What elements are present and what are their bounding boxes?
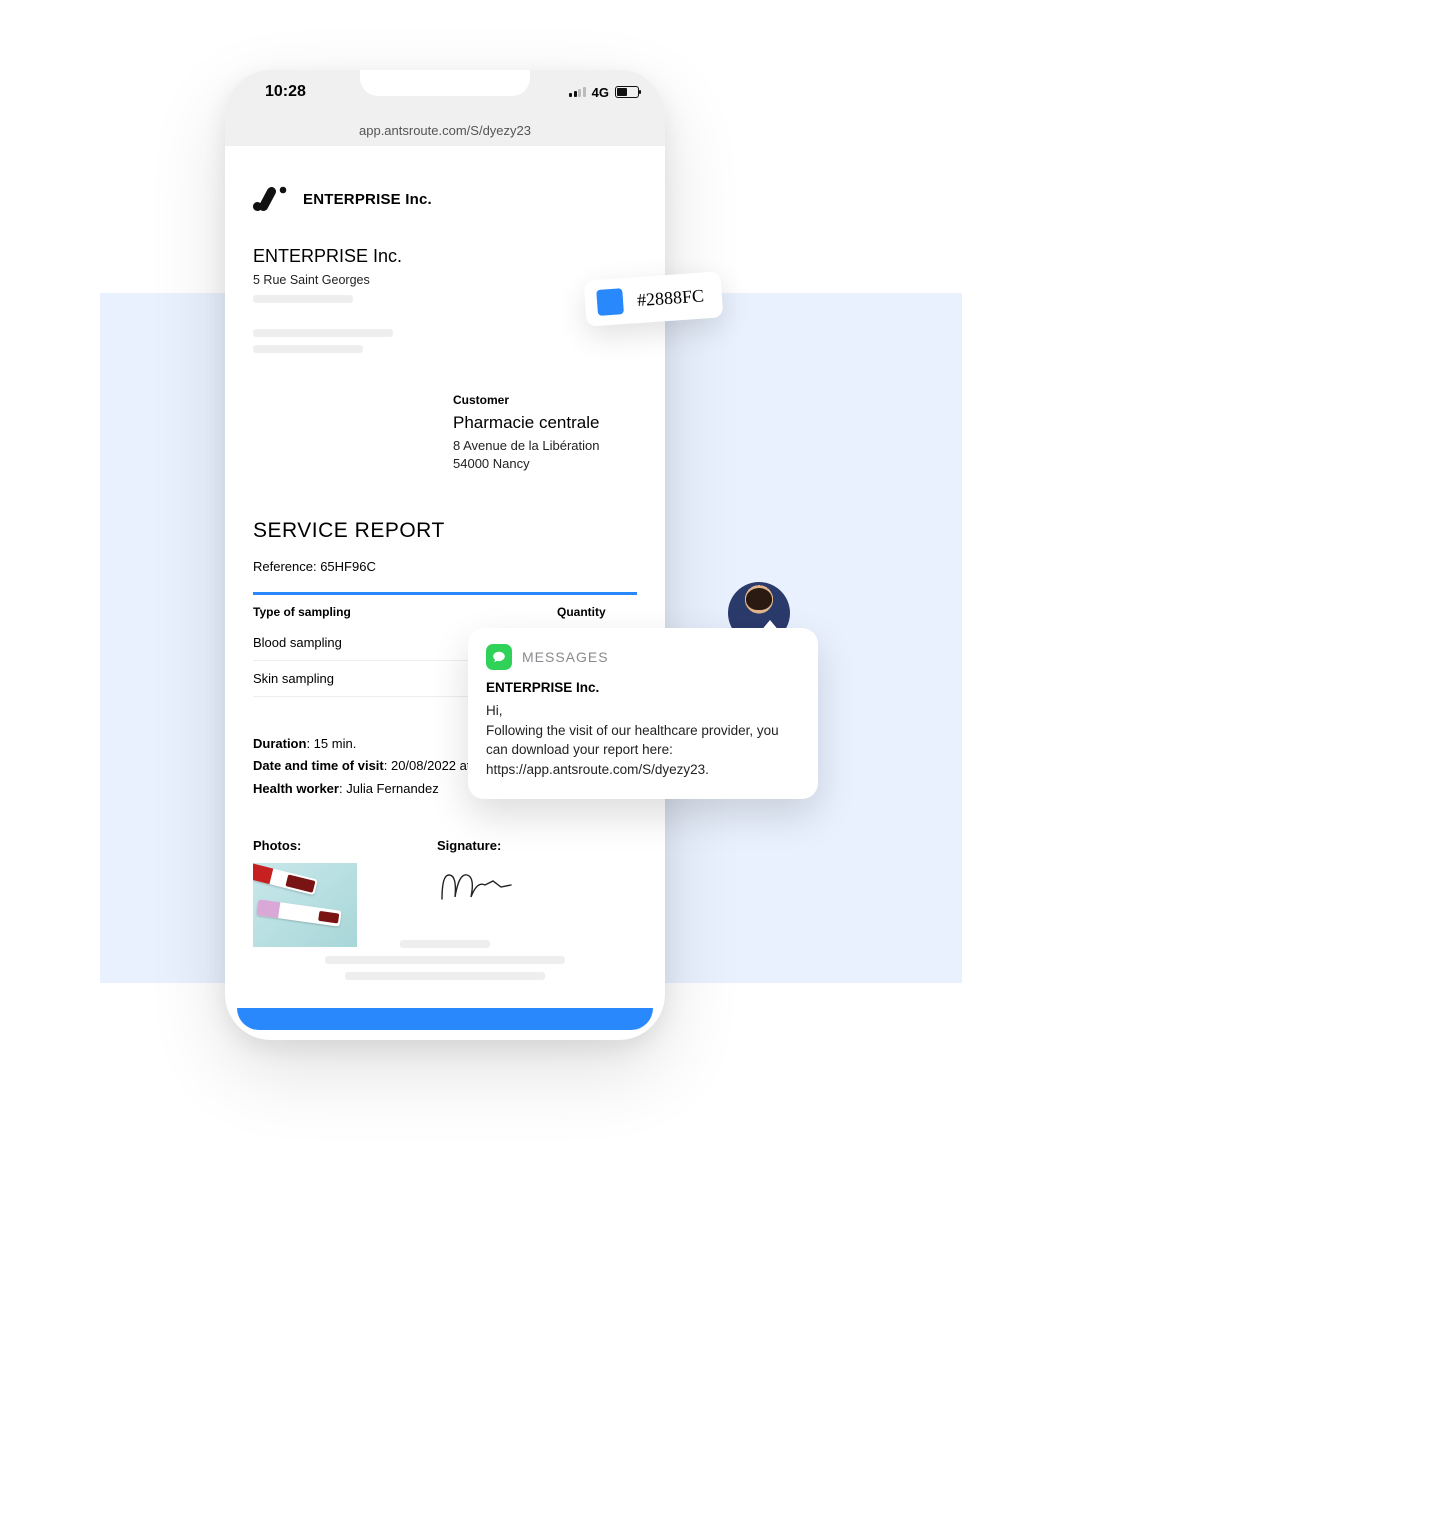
- page-content: ENTERPRISE Inc. ENTERPRISE Inc. 5 Rue Sa…: [225, 146, 665, 1016]
- signature-label: Signature:: [437, 838, 517, 853]
- photos-section: Photos:: [253, 838, 357, 947]
- company-name: ENTERPRISE Inc.: [253, 246, 637, 267]
- table-header: Type of sampling Quantity: [253, 605, 637, 625]
- col-type-header: Type of sampling: [253, 605, 557, 619]
- phone-mockup: 10:28 4G app.antsroute.com/S/dyezy23 ENT…: [225, 70, 665, 1040]
- divider-blue: [253, 592, 637, 595]
- message-app-label: MESSAGES: [522, 649, 609, 665]
- col-qty-header: Quantity: [557, 605, 637, 619]
- photo-thumbnail[interactable]: [253, 863, 357, 947]
- customer-addr1: 8 Avenue de la Libération: [453, 437, 637, 455]
- status-right: 4G: [569, 85, 639, 100]
- battery-icon: [615, 86, 639, 98]
- skeleton-line: [253, 329, 393, 337]
- customer-addr2: 54000 Nancy: [453, 455, 637, 473]
- status-time: 10:28: [265, 83, 306, 101]
- message-body: Hi, Following the visit of our healthcar…: [486, 701, 800, 779]
- brand-header: ENTERPRISE Inc.: [253, 186, 637, 212]
- bottom-accent-bar: [237, 1008, 653, 1030]
- brand-name: ENTERPRISE Inc.: [303, 191, 432, 208]
- message-sender: ENTERPRISE Inc.: [486, 680, 800, 695]
- signature-image: [437, 867, 517, 907]
- signature-section: Signature:: [437, 838, 517, 947]
- message-notification[interactable]: MESSAGES ENTERPRISE Inc. Hi, Following t…: [468, 628, 818, 799]
- color-hex: #2888FC: [636, 285, 704, 311]
- photos-label: Photos:: [253, 838, 357, 853]
- customer-block: Customer Pharmacie centrale 8 Avenue de …: [453, 393, 637, 473]
- customer-label: Customer: [453, 393, 637, 407]
- messages-app-icon: [486, 644, 512, 670]
- skeleton-line: [253, 295, 353, 303]
- network-label: 4G: [592, 85, 609, 100]
- customer-name: Pharmacie centrale: [453, 413, 637, 433]
- status-bar: 10:28 4G: [225, 70, 665, 114]
- company-address: 5 Rue Saint Georges: [253, 273, 637, 287]
- report-title: SERVICE REPORT: [253, 519, 637, 543]
- signal-icon: [569, 87, 586, 97]
- color-chip: #2888FC: [584, 271, 724, 326]
- url-text: app.antsroute.com/S/dyezy23: [359, 123, 531, 138]
- report-reference: Reference: 65HF96C: [253, 559, 637, 574]
- skeleton-line: [253, 345, 363, 353]
- brand-logo-icon: [253, 186, 289, 212]
- phone-notch: [360, 70, 530, 96]
- color-swatch: [596, 288, 624, 316]
- footer-skeleton: [315, 940, 575, 980]
- browser-url-bar[interactable]: app.antsroute.com/S/dyezy23: [225, 114, 665, 146]
